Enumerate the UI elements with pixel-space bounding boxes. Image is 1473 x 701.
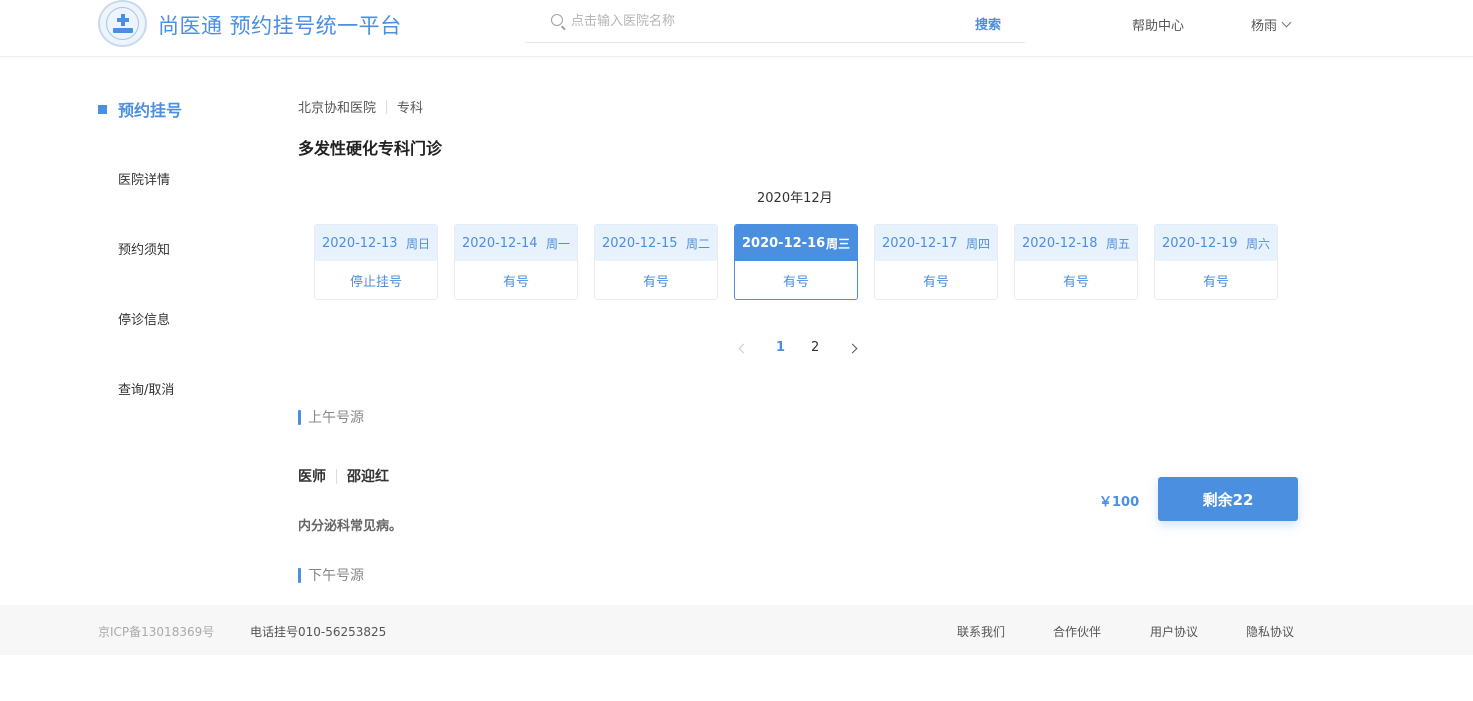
availability-status: 有号 (642, 274, 669, 290)
date-text: 2020-12-18 (1022, 235, 1098, 251)
search-input[interactable] (571, 11, 951, 31)
availability-status: 有号 (1062, 274, 1089, 290)
top-header: 尚医通 预约挂号统一平台 搜索 帮助中心 杨雨 (0, 0, 1473, 57)
weekday-text: 周三 (825, 236, 850, 251)
date-card[interactable]: 2020-12-18 周五 有号 (1014, 224, 1138, 300)
user-menu[interactable]: 杨雨 (1251, 15, 1292, 34)
weekday-text: 周六 (1245, 236, 1270, 251)
availability-status: 有号 (922, 274, 949, 290)
doctor-specialty: 内分泌科常见病。 (298, 519, 403, 534)
sidebar-item-booking-notes[interactable]: 预约须知 (118, 239, 170, 258)
icp-license[interactable]: 京ICP备13018369号 (98, 623, 214, 640)
availability-status: 有号 (502, 274, 529, 290)
availability-status: 停止挂号 (349, 274, 402, 290)
doctor-row: 医师 邵迎红 (298, 466, 389, 486)
site-logo[interactable] (98, 0, 147, 47)
afternoon-section-title: 下午号源 (298, 565, 364, 585)
date-card-header: 2020-12-13 周日 (315, 225, 437, 261)
user-name: 杨雨 (1251, 19, 1278, 34)
morning-section-title: 上午号源 (298, 407, 364, 427)
breadcrumb-divider (386, 99, 388, 114)
search-bar: 搜索 (525, 5, 1025, 43)
date-card[interactable]: 2020-12-19 周六 有号 (1154, 224, 1278, 300)
breadcrumb-category[interactable]: 专科 (397, 97, 423, 116)
chevron-down-icon (1281, 17, 1292, 28)
footer-link-privacy[interactable]: 隐私协议 (1246, 623, 1294, 640)
date-card[interactable]: 2020-12-13 周日 停止挂号 (314, 224, 438, 300)
date-card-header: 2020-12-16 周三 (735, 225, 857, 261)
date-card-selected[interactable]: 2020-12-16 周三 有号 (734, 224, 858, 300)
availability-status: 有号 (782, 274, 809, 290)
month-label: 2020年12月 (757, 191, 833, 206)
afternoon-title-text: 下午号源 (308, 568, 364, 584)
doctor-name: 邵迎红 (347, 469, 389, 485)
footer-link-partners[interactable]: 合作伙伴 (1053, 623, 1101, 640)
morning-title-text: 上午号源 (308, 410, 364, 426)
active-indicator-icon (98, 104, 107, 114)
date-card[interactable]: 2020-12-14 周一 有号 (454, 224, 578, 300)
weekday-text: 周四 (965, 236, 990, 251)
medical-cross-icon (116, 14, 129, 26)
sidebar-item-appointment[interactable]: 预约挂号 (98, 97, 182, 121)
doctor-label: 医师 (298, 469, 326, 485)
date-card-header: 2020-12-17 周四 (875, 225, 997, 261)
help-center-link[interactable]: 帮助中心 (1132, 15, 1184, 34)
date-card-header: 2020-12-19 周六 (1155, 225, 1277, 261)
weekday-text: 周日 (405, 236, 430, 251)
footer-link-user-agreement[interactable]: 用户协议 (1150, 623, 1198, 640)
sidebar-item-hospital-details[interactable]: 医院详情 (118, 169, 170, 188)
breadcrumb: 北京协和医院 专科 (298, 97, 423, 116)
date-text: 2020-12-13 (322, 235, 398, 251)
page-footer: 京ICP备13018369号 电话挂号010-56253825 联系我们 合作伙… (0, 605, 1473, 655)
weekday-text: 周五 (1105, 236, 1130, 251)
date-text: 2020-12-19 (1162, 235, 1238, 251)
phone-booking: 电话挂号010-56253825 (250, 625, 387, 639)
sidebar-active-label: 预约挂号 (118, 101, 183, 120)
page-1-button[interactable]: 1 (776, 340, 785, 355)
date-card-header: 2020-12-14 周一 (455, 225, 577, 261)
chevron-left-icon[interactable] (738, 343, 749, 354)
date-text: 2020-12-17 (882, 235, 958, 251)
section-marker (298, 567, 301, 583)
date-text: 2020-12-16 (742, 235, 826, 251)
date-card-header: 2020-12-15 周二 (595, 225, 717, 261)
date-text: 2020-12-14 (462, 235, 538, 251)
date-text: 2020-12-15 (602, 235, 678, 251)
availability-status: 有号 (1202, 274, 1229, 290)
site-title[interactable]: 尚医通 预约挂号统一平台 (158, 10, 402, 40)
weekday-text: 周二 (685, 236, 710, 251)
date-card[interactable]: 2020-12-15 周二 有号 (594, 224, 718, 300)
breadcrumb-hospital[interactable]: 北京协和医院 (298, 97, 376, 116)
section-marker (298, 409, 301, 425)
chevron-right-icon[interactable] (847, 343, 858, 354)
doctor-divider (336, 468, 337, 484)
search-icon (551, 14, 563, 26)
registration-fee: ￥100 (1099, 495, 1140, 510)
page-2-button[interactable]: 2 (811, 340, 819, 355)
sidebar-item-query-cancel[interactable]: 查询/取消 (118, 379, 174, 398)
logo-emblem (106, 7, 139, 40)
footer-link-contact[interactable]: 联系我们 (957, 623, 1005, 640)
date-card[interactable]: 2020-12-17 周四 有号 (874, 224, 998, 300)
department-title: 多发性硬化专科门诊 (298, 139, 443, 158)
date-card-header: 2020-12-18 周五 (1015, 225, 1137, 261)
remaining-slots-button[interactable]: 剩余22 (1158, 477, 1298, 521)
weekday-text: 周一 (545, 236, 570, 251)
sidebar-item-suspension-info[interactable]: 停诊信息 (118, 309, 170, 328)
search-button[interactable]: 搜索 (975, 14, 1001, 33)
logo-text-bar (112, 28, 133, 33)
